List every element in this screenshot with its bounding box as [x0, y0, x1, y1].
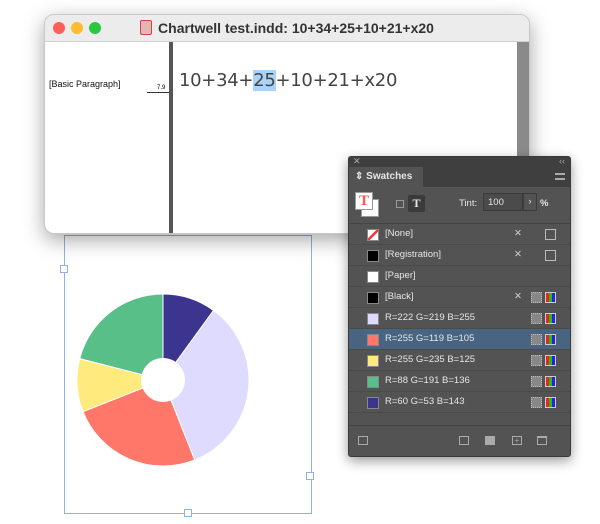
swatch-row[interactable]: [None] ✕	[349, 224, 570, 245]
depth-ruler-value: 7.9	[157, 85, 166, 91]
story-text[interactable]: 10+34+25+10+21+x20	[179, 70, 397, 91]
tint-input[interactable]: 100	[483, 193, 523, 211]
swatch-row[interactable]: R=222 G=219 B=255	[349, 308, 570, 329]
frame-handle[interactable]	[306, 472, 314, 480]
new-group-icon[interactable]	[485, 436, 495, 445]
none-icon	[545, 229, 556, 240]
swatch-chip	[367, 313, 379, 325]
title-bar: Chartwell test.indd: 10+34+25+10+21+x20	[45, 15, 529, 42]
process-color-icon	[531, 292, 542, 303]
swatch-row[interactable]: [Black] ✕	[349, 287, 570, 308]
fill-text-swatch[interactable]: T	[355, 192, 373, 210]
registration-icon	[545, 250, 556, 261]
collapse-icon[interactable]: ‹‹	[559, 156, 565, 166]
formatting-text-icon[interactable]: T	[408, 195, 425, 212]
swatch-chip	[367, 334, 379, 346]
title-text: Chartwell test.indd: 10+34+25+10+21+x20	[158, 20, 434, 36]
frame-handle[interactable]	[184, 509, 192, 517]
formatting-container-icon[interactable]	[396, 200, 404, 208]
swatch-row[interactable]: R=255 G=119 B=105	[349, 329, 570, 350]
rgb-mode-icon	[545, 397, 556, 408]
process-color-icon	[531, 355, 542, 366]
rgb-mode-icon	[545, 313, 556, 324]
swatch-name: R=255 G=119 B=105	[385, 333, 475, 344]
rgb-mode-icon	[545, 292, 556, 303]
donut-hole	[141, 358, 185, 402]
swatch-chip	[367, 376, 379, 388]
swatch-row[interactable]: R=255 G=235 B=125	[349, 350, 570, 371]
swatch-name: R=88 G=191 B=136	[385, 375, 470, 386]
swatch-name: [None]	[385, 228, 413, 239]
pane-divider[interactable]	[169, 42, 173, 233]
swatches-panel: ✕ ‹‹ ⇕ Swatches T T Tint: 100 › % [None] ✕…	[348, 156, 571, 457]
rgb-mode-icon	[545, 376, 556, 387]
swatch-row[interactable]: R=88 G=191 B=136	[349, 371, 570, 392]
frame-handle[interactable]	[60, 265, 68, 273]
tint-slider-button[interactable]: ›	[523, 193, 537, 211]
new-swatch-icon[interactable]: +	[512, 436, 522, 445]
non-editable-icon: ✕	[514, 249, 522, 260]
swatch-name: [Paper]	[385, 270, 416, 281]
swatch-name: R=222 G=219 B=255	[385, 312, 476, 323]
swatch-chip	[367, 292, 379, 304]
paragraph-style-label: [Basic Paragraph]	[49, 79, 121, 89]
swatch-chip	[367, 229, 379, 241]
selected-text: 25	[253, 70, 276, 91]
non-editable-icon: ✕	[514, 228, 522, 239]
swatch-name: R=60 G=53 B=143	[385, 396, 465, 407]
document-icon	[140, 20, 153, 35]
delete-icon[interactable]	[537, 436, 547, 445]
close-panel-icon[interactable]: ✕	[353, 156, 361, 167]
swatch-chip	[367, 250, 379, 262]
tab-swatches[interactable]: ⇕ Swatches	[349, 167, 423, 187]
process-color-icon	[531, 334, 542, 345]
panel-menu-icon[interactable]	[555, 173, 565, 180]
swatch-name: R=255 G=235 B=125	[385, 354, 476, 365]
rgb-mode-icon	[545, 334, 556, 345]
process-color-icon	[531, 376, 542, 387]
window-title: Chartwell test.indd: 10+34+25+10+21+x20	[45, 20, 529, 36]
non-editable-icon: ✕	[514, 291, 522, 302]
depth-ruler	[147, 92, 169, 93]
swatch-name: [Black]	[385, 291, 414, 302]
tint-unit: %	[540, 198, 549, 209]
show-swatches-icon[interactable]	[358, 436, 368, 445]
process-color-icon	[531, 313, 542, 324]
swatch-row[interactable]: [Registration] ✕	[349, 245, 570, 266]
pie-chart	[76, 293, 250, 467]
rgb-mode-icon	[545, 355, 556, 366]
tint-label: Tint:	[459, 198, 478, 209]
story-before: 10+34+	[179, 70, 254, 91]
swatch-views-icon[interactable]	[459, 436, 469, 445]
swatch-chip	[367, 355, 379, 367]
swatch-chip	[367, 271, 379, 283]
swatch-row[interactable]: R=60 G=53 B=143	[349, 392, 570, 413]
swatch-name: [Registration]	[385, 249, 441, 260]
story-after: +10+21+x20	[275, 70, 398, 91]
tab-label: Swatches	[366, 171, 413, 182]
swatch-row[interactable]: [Paper]	[349, 266, 570, 287]
swatch-chip	[367, 397, 379, 409]
process-color-icon	[531, 397, 542, 408]
